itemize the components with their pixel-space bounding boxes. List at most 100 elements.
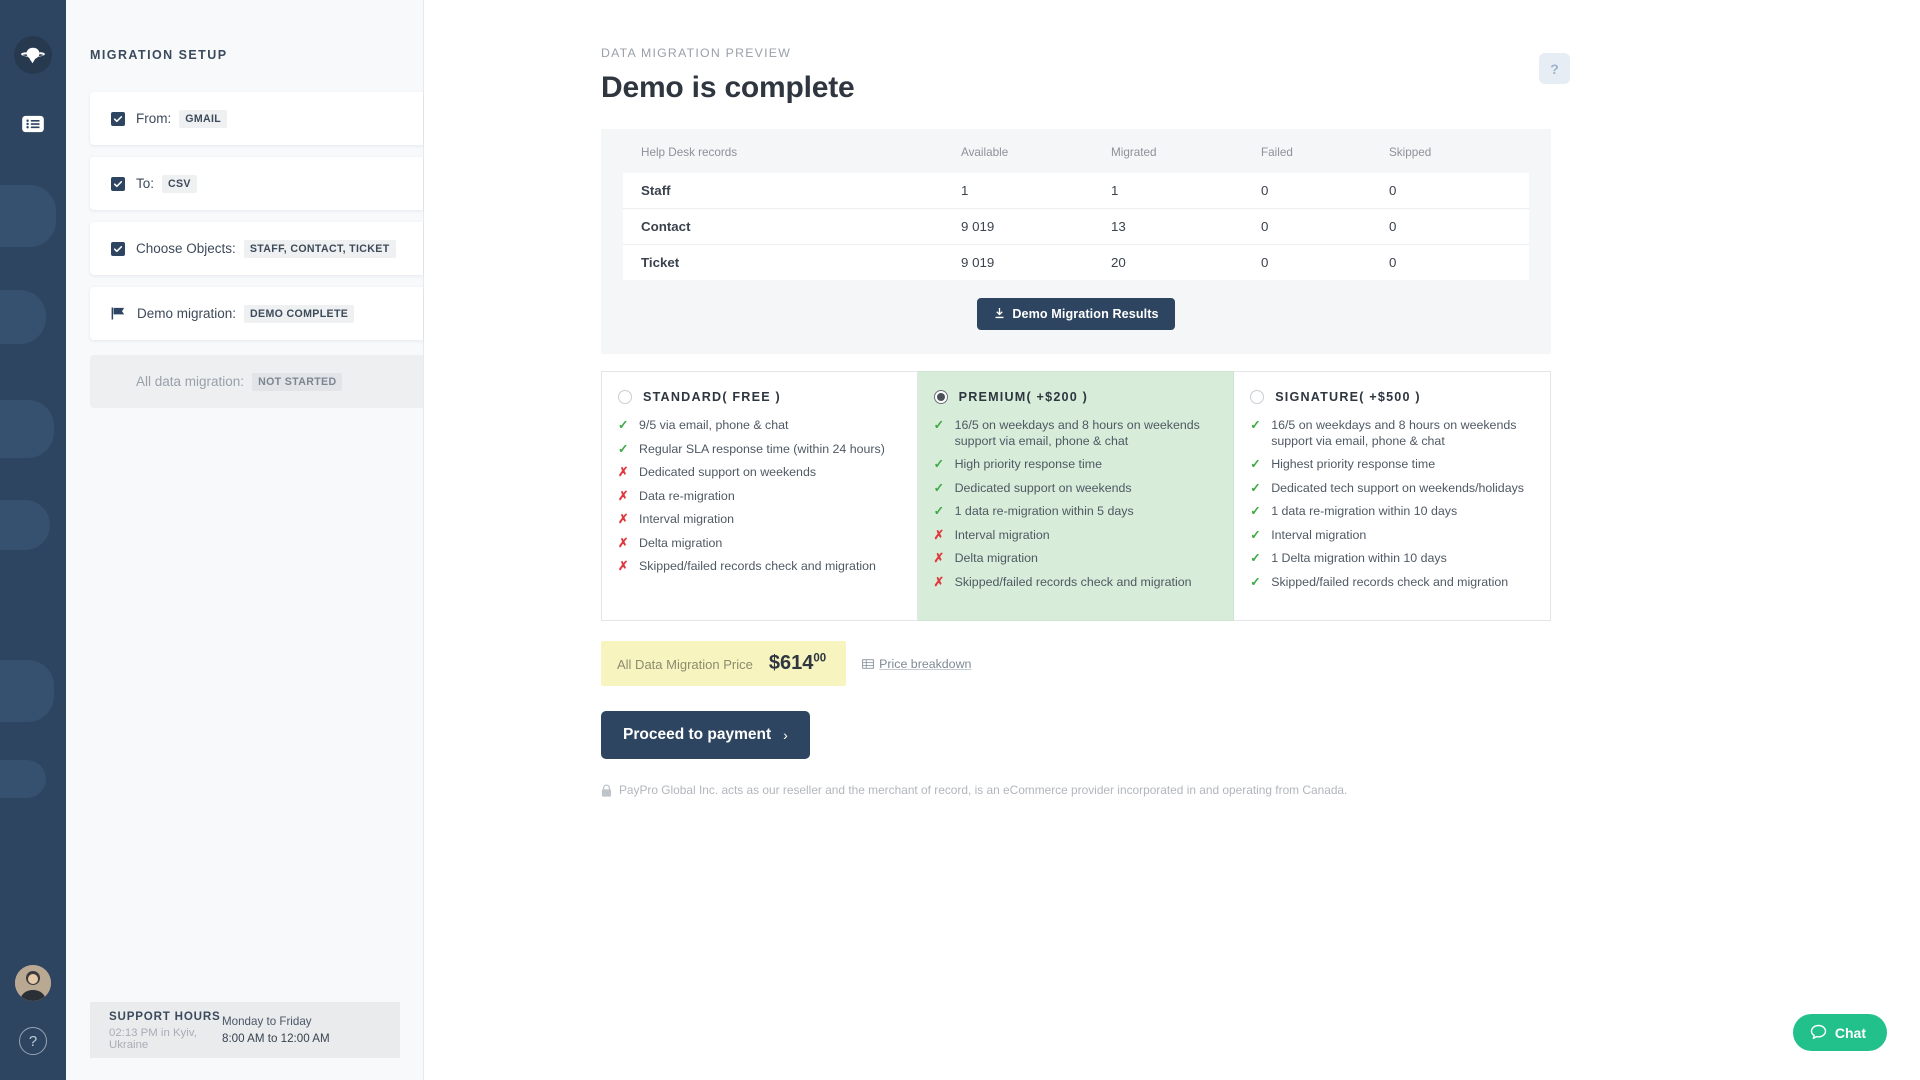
feature-text: Dedicated tech support on weekends/holid… [1271, 480, 1524, 495]
price-breakdown-link[interactable]: Price breakdown [862, 657, 971, 671]
setup-step-label: All data migration: [136, 374, 245, 389]
plan-name: STANDARD( FREE ) [643, 390, 781, 404]
chevron-right-icon: › [783, 727, 788, 743]
list-item: ✓ Skipped/failed records check and migrat… [1250, 575, 1533, 591]
lock-icon [601, 784, 612, 797]
avatar-photo [15, 965, 51, 1001]
setup-step-choose-objects[interactable]: Choose Objects: STAFF, CONTACT, TICKET [90, 222, 423, 275]
table-header-row: Help Desk records Available Migrated Fai… [623, 143, 1529, 173]
check-icon: ✓ [618, 441, 629, 456]
help-button[interactable]: ? [1539, 53, 1570, 84]
setup-step-all-data-migration[interactable]: All data migration: NOT STARTED [90, 355, 423, 408]
proceed-to-payment-button[interactable]: Proceed to payment › [601, 711, 810, 759]
price-amount: $61400 [769, 652, 826, 675]
setup-step-value: STAFF, CONTACT, TICKET [243, 239, 396, 258]
list-item: ✓ 9/5 via email, phone & chat [618, 418, 900, 434]
check-icon: ✓ [933, 504, 945, 518]
icon-rail: ? [0, 0, 66, 1080]
plan-name: SIGNATURE( +$500 ) [1275, 390, 1421, 404]
setup-step-to[interactable]: To: CSV [90, 157, 423, 210]
plan-card-premium[interactable]: PREMIUM( +$200 ) ✓ 16/5 on weekdays and 8… [917, 371, 1235, 621]
cross-icon: ✗ [618, 488, 629, 503]
feature-text: Skipped/failed records check and migrati… [954, 574, 1192, 589]
avatar[interactable] [15, 965, 51, 1001]
list-item: ✗ Dedicated support on weekends [618, 465, 900, 481]
support-hours-box: SUPPORT HOURS 02:13 PM in Kyiv, Ukraine … [90, 1002, 400, 1058]
support-time-range: 8:00 AM to 12:00 AM [222, 1032, 330, 1045]
price-dollars: $614 [768, 652, 814, 674]
payment-disclaimer: PayPro Global Inc. acts as our reseller … [601, 783, 1571, 797]
check-icon: ✓ [618, 418, 629, 432]
table-row: Contact 9 019 13 0 0 [623, 208, 1529, 245]
list-item: ✓ 1 data re-migration within 10 days [1250, 504, 1533, 520]
setup-step-value: DEMO COMPLETE [244, 304, 355, 323]
check-icon: ✓ [933, 418, 945, 432]
rail-decor-4 [0, 500, 50, 550]
price-label: All Data Migration Price [617, 657, 753, 672]
cell-migrated: 1 [1111, 173, 1261, 209]
cell-record-name: Staff [623, 173, 961, 209]
setup-step-value: GMAIL [179, 109, 228, 128]
plan-card-standard[interactable]: STANDARD( FREE ) ✓ 9/5 via email, phone &… [601, 371, 918, 621]
checkbox-to[interactable] [111, 176, 125, 191]
setup-step-demo-migration[interactable]: Demo migration: DEMO COMPLETE [90, 287, 423, 340]
download-demo-results-button[interactable]: Demo Migration Results [977, 298, 1175, 330]
checkbox-choose-objects[interactable] [111, 241, 125, 256]
flag-icon [111, 307, 126, 320]
plan-card-signature[interactable]: SIGNATURE( +$500 ) ✓ 16/5 on weekdays and… [1234, 371, 1551, 621]
radio-signature[interactable] [1250, 390, 1265, 404]
support-hours-heading: SUPPORT HOURS [109, 1009, 221, 1023]
chat-button[interactable]: Chat [1792, 1014, 1887, 1051]
check-icon: ✓ [1250, 551, 1261, 565]
price-cents: 00 [813, 652, 827, 665]
cell-available: 9 019 [961, 244, 1111, 280]
setup-step-label: From: [136, 111, 172, 126]
cell-skipped: 0 [1389, 244, 1529, 280]
setup-step-list: From: GMAIL To: CSV Choose Objects: STAF… [66, 92, 423, 408]
setup-step-value: NOT STARTED [252, 372, 343, 391]
radio-standard[interactable] [618, 390, 632, 404]
feature-text: 1 Delta migration within 10 days [1271, 551, 1447, 565]
feature-text: Interval migration [639, 512, 735, 526]
check-icon [113, 180, 123, 187]
radio-premium[interactable] [933, 390, 948, 404]
checkbox-from[interactable] [111, 111, 125, 126]
check-icon: ✓ [1250, 418, 1261, 432]
list-item: ✓ Regular SLA response time (within 24 ho… [618, 442, 900, 458]
rail-decor-3 [0, 400, 54, 458]
check-icon [113, 115, 123, 122]
table-row: Ticket 9 019 20 0 0 [623, 244, 1529, 280]
setup-step-label: Demo migration: [137, 306, 237, 321]
feature-text: 16/5 on weekdays and 8 hours on weekends… [1271, 418, 1517, 448]
setup-step-label: To: [136, 176, 155, 191]
sidebar-item-list[interactable] [17, 108, 49, 140]
list-item: ✓ Highest priority response time [1250, 457, 1533, 473]
download-icon [995, 307, 1004, 319]
app-root: ? MIGRATION SETUP From: GMAIL To: CSV Ch… [0, 0, 1920, 1080]
support-days: Monday to Friday [222, 1015, 312, 1028]
check-icon: ✓ [1250, 504, 1261, 518]
feature-text: Skipped/failed records check and migrati… [1271, 574, 1509, 589]
list-item: ✗ Delta migration [618, 536, 900, 552]
setup-step-from[interactable]: From: GMAIL [90, 92, 423, 145]
plan-header: SIGNATURE( +$500 ) [1250, 390, 1533, 404]
cross-icon: ✗ [618, 535, 629, 550]
column-header-available: Available [961, 146, 1009, 159]
help-icon[interactable]: ? [19, 1027, 47, 1055]
feature-text: High priority response time [954, 457, 1102, 471]
feature-text: Dedicated support on weekends [639, 465, 817, 479]
check-icon: ✓ [1250, 574, 1261, 589]
cell-failed: 0 [1261, 208, 1389, 245]
price-row: All Data Migration Price $61400 Price br… [601, 641, 1571, 686]
feature-text: 9/5 via email, phone & chat [639, 418, 789, 432]
plan-header: PREMIUM( +$200 ) [933, 390, 1217, 404]
pay-button-label: Proceed to payment [623, 726, 772, 743]
saturn-logo-icon[interactable] [14, 36, 52, 74]
page-title: Demo is complete [601, 71, 855, 104]
chat-bubble-icon [1810, 1024, 1827, 1040]
list-item: ✓ 1 data re-migration within 5 days [934, 504, 1217, 520]
plan-header: STANDARD( FREE ) [618, 390, 900, 404]
cell-failed: 0 [1261, 244, 1389, 280]
plan-feature-list: ✓ 9/5 via email, phone & chat ✓ Regular SL… [618, 418, 900, 575]
check-icon: ✓ [1250, 480, 1261, 495]
